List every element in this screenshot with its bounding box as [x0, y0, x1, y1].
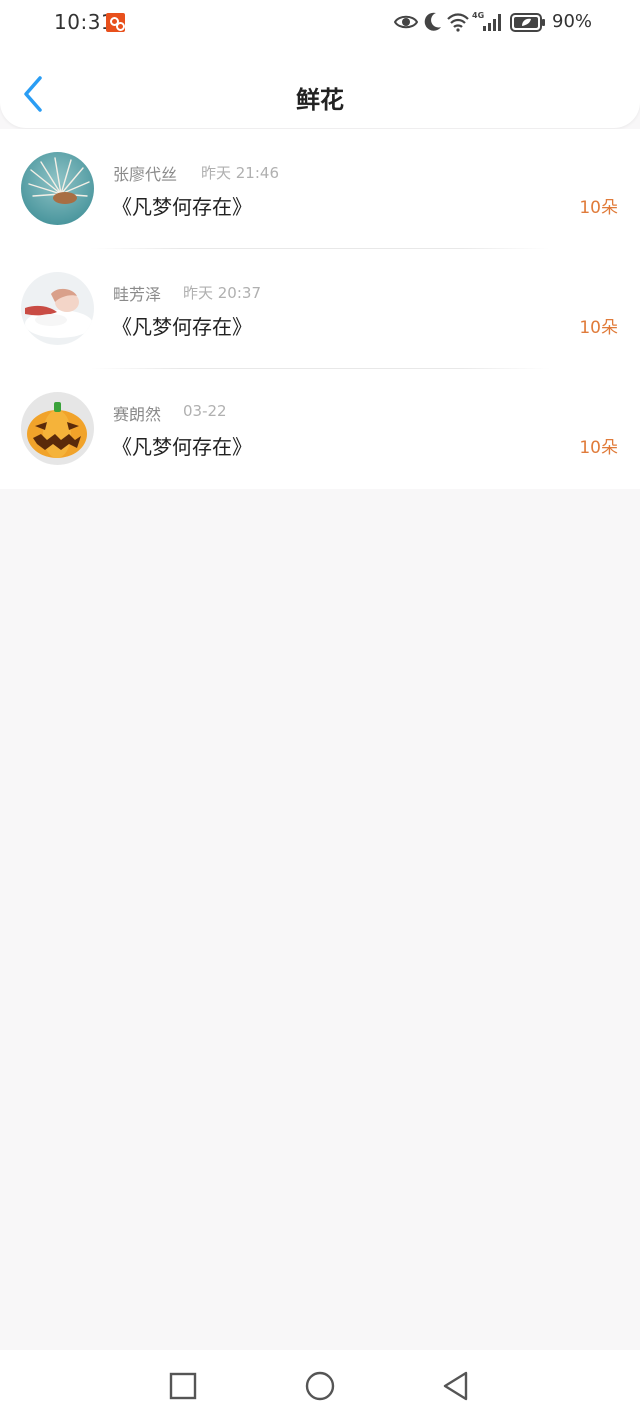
post-time: 昨天 21:46 [201, 164, 279, 182]
list-item[interactable]: 张廖代丝 昨天 21:46 《凡梦何存在》 10朵 [0, 129, 640, 249]
triangle-back-icon [443, 1371, 468, 1401]
feather-avatar [21, 152, 94, 225]
battery-icon [510, 13, 545, 32]
list-item[interactable]: 畦芳泽 昨天 20:37 《凡梦何存在》 10朵 [0, 249, 640, 369]
flower-list: 张廖代丝 昨天 21:46 《凡梦何存在》 10朵 畦芳泽 昨天 20:37 《… [0, 129, 640, 489]
book-title[interactable]: 《凡梦何存在》 [112, 431, 252, 460]
post-time: 03-22 [183, 402, 227, 420]
wifi-icon [447, 13, 469, 32]
avatar[interactable] [21, 152, 94, 225]
status-bar: 10:31 4G 90% [0, 0, 640, 46]
eye-icon [394, 15, 418, 29]
home-button[interactable] [304, 1370, 336, 1402]
app-badge-icon [106, 13, 125, 32]
back-nav-button[interactable] [440, 1370, 472, 1402]
moon-icon [424, 12, 441, 31]
signal-icon [483, 14, 501, 31]
user-name: 畦芳泽 [113, 285, 162, 304]
circle-icon [305, 1371, 335, 1401]
post-time: 昨天 20:37 [183, 284, 261, 302]
flower-count: 10朵 [579, 198, 618, 218]
avatar[interactable] [21, 272, 94, 345]
list-item[interactable]: 赛朗然 03-22 《凡梦何存在》 10朵 [0, 369, 640, 489]
page-title: 鲜花 [296, 86, 344, 114]
nav-header: 鲜花 [0, 60, 640, 128]
user-name: 赛朗然 [113, 405, 162, 424]
avatar[interactable] [21, 392, 94, 465]
book-title[interactable]: 《凡梦何存在》 [112, 191, 252, 220]
pumpkin-avatar [21, 392, 94, 465]
book-title[interactable]: 《凡梦何存在》 [112, 311, 252, 340]
flower-count: 10朵 [579, 318, 618, 338]
flower-count: 10朵 [579, 438, 618, 458]
square-icon [169, 1372, 197, 1400]
bottom-nav [0, 1350, 640, 1422]
recent-apps-button[interactable] [167, 1370, 199, 1402]
girl-avatar [21, 272, 94, 345]
battery-text: 90% [552, 11, 593, 32]
user-name: 张廖代丝 [113, 165, 178, 184]
